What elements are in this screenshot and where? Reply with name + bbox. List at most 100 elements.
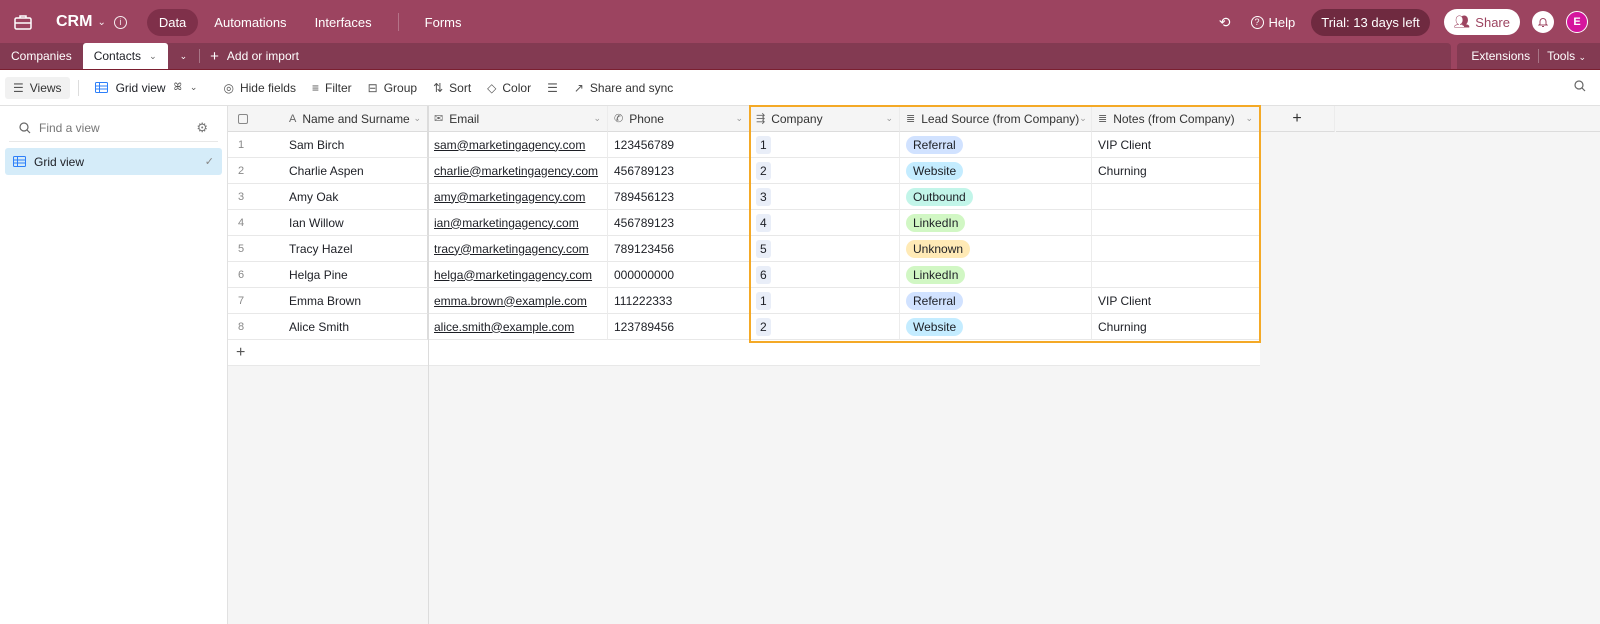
trial-badge[interactable]: Trial: 13 days left <box>1311 8 1430 36</box>
table-row[interactable]: 7 Emma Brown emma.brown@example.com 1112223… <box>228 288 1335 314</box>
linked-record-chip[interactable]: 6 <box>756 265 771 284</box>
column-header-notes[interactable]: ≣ Notes (from Company) ⌄ <box>1092 106 1260 132</box>
cell-email[interactable]: emma.brown@example.com <box>428 288 608 314</box>
cell-notes[interactable] <box>1092 262 1260 288</box>
cell-phone[interactable]: 456789123 <box>608 210 750 236</box>
chevron-down-icon[interactable]: ⌄ <box>1079 113 1087 124</box>
share-button[interactable]: 👥︎ Share <box>1443 9 1520 35</box>
linked-record-chip[interactable]: 4 <box>756 213 771 232</box>
column-header-company[interactable]: ⇶ Company ⌄ <box>750 106 900 132</box>
linked-record-chip[interactable]: 3 <box>756 187 771 206</box>
chevron-down-icon[interactable]: ⌄ <box>149 51 157 62</box>
email-link[interactable]: sam@marketingagency.com <box>434 138 585 152</box>
add-field-button[interactable]: + <box>1260 106 1335 132</box>
tab-companies[interactable]: Companies <box>0 43 83 69</box>
chevron-down-icon[interactable]: ⌄ <box>413 113 421 124</box>
cell-email[interactable]: ian@marketingagency.com <box>428 210 608 236</box>
linked-record-chip[interactable]: 1 <box>756 291 771 310</box>
cell-name[interactable]: Alice Smith <box>283 314 428 340</box>
chevron-down-icon[interactable]: ⌄ <box>97 17 105 28</box>
search-icon[interactable] <box>1574 80 1586 95</box>
chevron-down-icon[interactable]: ⌄ <box>1245 113 1253 124</box>
cell-name[interactable]: Emma Brown <box>283 288 428 314</box>
hide-fields-button[interactable]: ◎ Hide fields <box>215 77 304 99</box>
cell-email[interactable]: tracy@marketingagency.com <box>428 236 608 262</box>
linked-record-chip[interactable]: 2 <box>756 317 771 336</box>
cell-phone[interactable]: 789123456 <box>608 236 750 262</box>
more-tables-chevron-icon[interactable]: ⌄ <box>168 43 200 69</box>
help-button[interactable]: ? Help <box>1250 15 1295 30</box>
nav-forms[interactable]: Forms <box>413 9 474 36</box>
cell-company[interactable]: 5 <box>750 236 900 262</box>
group-button[interactable]: ⊟ Group <box>360 77 425 99</box>
cell-phone[interactable]: 456789123 <box>608 158 750 184</box>
table-row[interactable]: 5 Tracy Hazel tracy@marketingagency.com 789… <box>228 236 1335 262</box>
nav-data[interactable]: Data <box>146 8 199 36</box>
history-icon[interactable]: ⟲ <box>1219 14 1231 31</box>
cell-lead-source[interactable]: Website <box>900 158 1092 184</box>
extensions-button[interactable]: Extensions <box>1463 49 1538 63</box>
table-row[interactable]: 2 Charlie Aspen charlie@marketingagency.co… <box>228 158 1335 184</box>
column-header-email[interactable]: ✉ Email ⌄ <box>428 106 608 132</box>
cell-name[interactable]: Helga Pine <box>283 262 428 288</box>
email-link[interactable]: ian@marketingagency.com <box>434 216 579 230</box>
cell-lead-source[interactable]: LinkedIn <box>900 262 1092 288</box>
gear-icon[interactable]: ⚙︎ <box>196 120 208 136</box>
select-all-cell[interactable] <box>228 106 283 132</box>
email-link[interactable]: helga@marketingagency.com <box>434 268 592 282</box>
linked-record-chip[interactable]: 5 <box>756 239 771 258</box>
linked-record-chip[interactable]: 1 <box>756 135 771 154</box>
cell-notes[interactable] <box>1092 210 1260 236</box>
cell-company[interactable]: 6 <box>750 262 900 288</box>
cell-lead-source[interactable]: Outbound <box>900 184 1092 210</box>
cell-phone[interactable]: 123456789 <box>608 132 750 158</box>
cell-notes[interactable]: Churning <box>1092 158 1260 184</box>
column-header-phone[interactable]: ✆ Phone ⌄ <box>608 106 750 132</box>
views-button[interactable]: ☰ Views <box>5 76 70 99</box>
cell-lead-source[interactable]: Referral <box>900 288 1092 314</box>
cell-phone[interactable]: 111222333 <box>608 288 750 314</box>
cell-lead-source[interactable]: Unknown <box>900 236 1092 262</box>
cell-phone[interactable]: 123789456 <box>608 314 750 340</box>
cell-lead-source[interactable]: Referral <box>900 132 1092 158</box>
cell-company[interactable]: 4 <box>750 210 900 236</box>
chevron-down-icon[interactable]: ⌄ <box>885 113 893 124</box>
cell-email[interactable]: sam@marketingagency.com <box>428 132 608 158</box>
column-header-name[interactable]: A Name and Surname ⌄ <box>283 106 428 132</box>
color-button[interactable]: ◇ Color <box>479 77 539 99</box>
cell-email[interactable]: amy@marketingagency.com <box>428 184 608 210</box>
email-link[interactable]: charlie@marketingagency.com <box>434 164 598 178</box>
cell-email[interactable]: alice.smith@example.com <box>428 314 608 340</box>
cell-name[interactable]: Amy Oak <box>283 184 428 210</box>
email-link[interactable]: alice.smith@example.com <box>434 320 574 334</box>
share-sync-button[interactable]: ↗ Share and sync <box>566 77 681 99</box>
add-record-button[interactable]: + <box>228 340 283 366</box>
cell-company[interactable]: 2 <box>750 314 900 340</box>
table-row[interactable]: 1 Sam Birch sam@marketingagency.com 1234567… <box>228 132 1335 158</box>
cell-lead-source[interactable]: Website <box>900 314 1092 340</box>
nav-interfaces[interactable]: Interfaces <box>303 9 384 36</box>
find-view-input[interactable]: Find a view ⚙︎ <box>9 114 218 142</box>
cell-name[interactable]: Tracy Hazel <box>283 236 428 262</box>
nav-automations[interactable]: Automations <box>202 9 298 36</box>
cell-phone[interactable]: 000000000 <box>608 262 750 288</box>
row-height-button[interactable]: ☰ <box>539 77 566 99</box>
email-link[interactable]: amy@marketingagency.com <box>434 190 585 204</box>
cell-company[interactable]: 1 <box>750 288 900 314</box>
cell-notes[interactable] <box>1092 184 1260 210</box>
cell-company[interactable]: 1 <box>750 132 900 158</box>
cell-email[interactable]: helga@marketingagency.com <box>428 262 608 288</box>
cell-lead-source[interactable]: LinkedIn <box>900 210 1092 236</box>
chevron-down-icon[interactable]: ⌄ <box>735 113 743 124</box>
cell-notes[interactable] <box>1092 236 1260 262</box>
cell-email[interactable]: charlie@marketingagency.com <box>428 158 608 184</box>
email-link[interactable]: emma.brown@example.com <box>434 294 587 308</box>
cell-notes[interactable]: VIP Client <box>1092 132 1260 158</box>
column-header-lead-source[interactable]: ≣ Lead Source (from Company) ⌄ <box>900 106 1092 132</box>
tab-contacts[interactable]: Contacts ⌄ <box>82 43 168 69</box>
table-row[interactable]: 4 Ian Willow ian@marketingagency.com 456789… <box>228 210 1335 236</box>
avatar[interactable]: E <box>1566 11 1588 33</box>
info-icon[interactable]: i <box>113 15 127 29</box>
cell-company[interactable]: 2 <box>750 158 900 184</box>
bell-icon[interactable] <box>1532 11 1554 33</box>
